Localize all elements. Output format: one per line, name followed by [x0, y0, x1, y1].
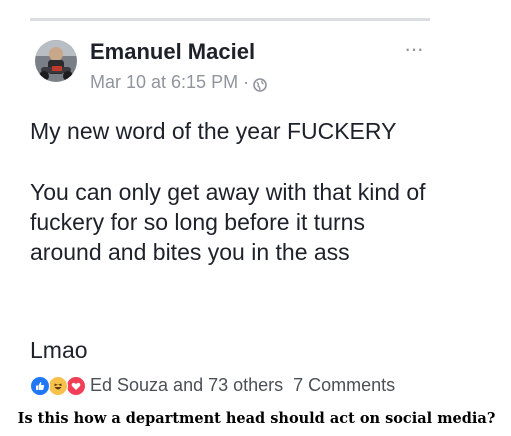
more-options-icon[interactable]: ···: [404, 36, 424, 62]
reaction-summary[interactable]: Ed Souza and 73 others: [90, 375, 283, 396]
post-paragraph: You can only get away with that kind of …: [30, 179, 426, 265]
post-top-divider: [30, 18, 430, 21]
post-timestamp[interactable]: Mar 10 at 6:15 PM: [90, 72, 238, 93]
post-paragraph: Lmao: [30, 337, 88, 363]
image-caption: Is this how a department head should act…: [17, 410, 496, 427]
post-author-name[interactable]: Emanuel Maciel: [90, 39, 255, 65]
love-icon[interactable]: [66, 375, 86, 396]
globe-icon[interactable]: [253, 76, 267, 92]
avatar[interactable]: [35, 40, 77, 82]
post-meta: Mar 10 at 6:15 PM ·: [90, 72, 267, 93]
like-icon[interactable]: [30, 375, 50, 396]
meta-separator: ·: [243, 72, 250, 92]
comments-count[interactable]: 7 Comments: [293, 375, 395, 396]
haha-icon[interactable]: [48, 375, 68, 396]
post-paragraph: My new word of the year FUCKERY: [30, 118, 397, 144]
reactions-bar: Ed Souza and 73 others 7 Comments: [30, 375, 395, 396]
